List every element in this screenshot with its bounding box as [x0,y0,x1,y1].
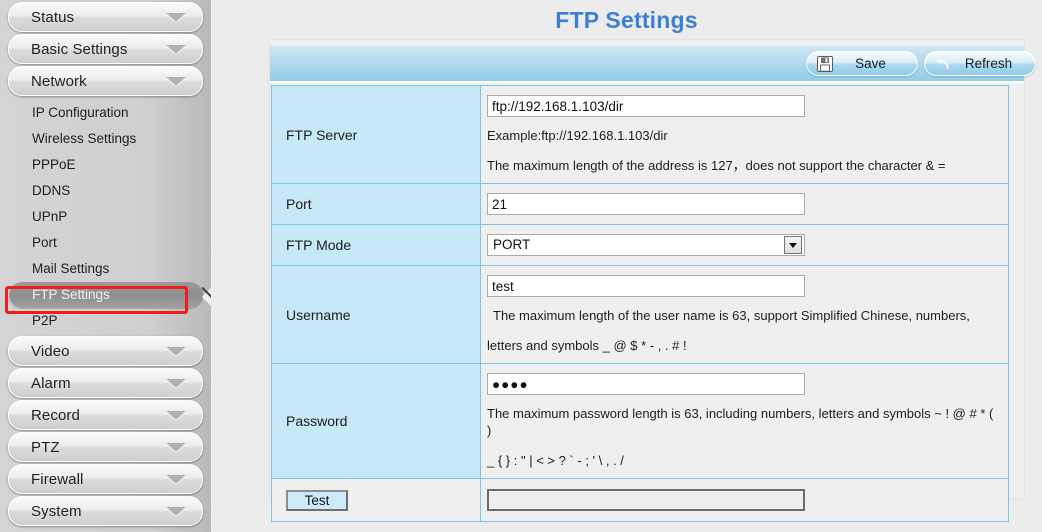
test-result-input[interactable] [487,489,805,511]
sidebar-group-system[interactable]: System [8,496,203,526]
sidebar-item-p2p[interactable]: P2P [8,308,203,334]
sidebar-group-label: Firewall [31,470,84,488]
sidebar-item-ip-configuration[interactable]: IP Configuration [8,100,203,126]
username-cell: The maximum length of the user name is 6… [480,265,1009,364]
sidebar-group-label: Basic Settings [31,40,128,58]
sidebar-item-upnp[interactable]: UPnP [8,204,203,230]
test-button[interactable]: Test [286,489,348,511]
ftp-server-hint-maxlength: The maximum length of the address is 127… [487,158,946,173]
sidebar-group-label: Alarm [31,374,71,392]
sidebar-item-label: Port [32,235,57,250]
username-hint-line1: The maximum length of the user name is 6… [493,308,970,323]
ftp-server-input[interactable] [487,95,805,117]
sidebar-group-label: Record [31,406,80,424]
table-row-ftp-mode: FTP Mode PORT [271,224,1009,266]
ftp-mode-label: FTP Mode [271,224,481,266]
sidebar-item-wireless-settings[interactable]: Wireless Settings [8,126,203,152]
username-input[interactable] [487,275,805,297]
chevron-down-icon[interactable] [784,236,802,254]
password-label: Password [271,363,481,479]
undo-arrow-icon [937,57,949,69]
chevron-down-icon [166,379,186,388]
save-button[interactable]: Save [806,51,918,76]
ftp-settings-page: Status Basic Settings Network IP Configu… [0,0,1042,532]
password-input[interactable] [487,373,805,395]
sidebar-group-status[interactable]: Status [8,2,203,32]
sidebar-group-ptz[interactable]: PTZ [8,432,203,462]
ftp-mode-select[interactable]: PORT [487,234,805,256]
chevron-down-icon [166,443,186,452]
sidebar-group-network[interactable]: Network [8,66,203,96]
sidebar-item-port[interactable]: Port [8,230,203,256]
port-input[interactable] [487,193,805,215]
main-content: FTP Settings Save Refresh FTP Server ftp… [211,0,1042,532]
test-button-cell: Test [271,478,481,522]
sidebar-group-record[interactable]: Record [8,400,203,430]
ftp-mode-selected-value: PORT [493,237,531,252]
ftp-server-label: FTP Server [271,85,481,184]
chevron-down-icon [166,475,186,484]
sidebar-item-pppoe[interactable]: PPPoE [8,152,203,178]
password-cell: The maximum password length is 63, inclu… [480,363,1009,479]
username-hint-line2: letters and symbols _ @ $ * - , . # ! [487,338,687,353]
ftp-server-cell: Example:ftp://192.168.1.103/dir The maxi… [480,85,1009,184]
refresh-button[interactable]: Refresh [924,51,1036,76]
table-row-password: Password The maximum password length is … [271,363,1009,479]
ftp-settings-form: FTP Server Example:ftp://192.168.1.103/d… [271,85,1009,522]
port-label: Port [271,183,481,225]
sidebar-group-alarm[interactable]: Alarm [8,368,203,398]
sidebar-group-label: Video [31,342,70,360]
ftp-server-hint-example: Example:ftp://192.168.1.103/dir [487,128,668,143]
chevron-down-icon [166,411,186,420]
sidebar-group-label: Network [31,72,87,90]
action-toolbar: Save Refresh [270,46,1036,83]
sidebar-group-basic-settings[interactable]: Basic Settings [8,34,203,64]
settings-panel: Save Refresh FTP Server Example:ftp://19… [269,39,1036,522]
table-row-ftp-server: FTP Server Example:ftp://192.168.1.103/d… [271,85,1009,184]
sidebar-item-ddns[interactable]: DDNS [8,178,203,204]
refresh-button-label: Refresh [964,56,1013,71]
sidebar-item-ftp-settings[interactable]: FTP Settings [8,282,203,308]
sidebar-item-label: UPnP [32,209,68,224]
sidebar-item-label: P2P [32,313,58,328]
sidebar-item-label: PPPoE [32,157,76,172]
chevron-down-icon [166,13,186,22]
save-button-label: Save [855,56,886,71]
chevron-down-icon [166,507,186,516]
ftp-mode-cell: PORT [480,224,1009,266]
table-row-port: Port [271,183,1009,225]
password-hint-line1: The maximum password length is 63, inclu… [487,406,994,438]
sidebar-item-label: IP Configuration [32,105,129,120]
password-hint-line2: _ { } : " | < > ? ` - ; ' \ , . / [487,453,624,468]
username-label: Username [271,265,481,364]
sidebar-item-label: FTP Settings [32,287,110,302]
chevron-down-icon [166,45,186,54]
chevron-down-icon [166,347,186,356]
sidebar: Status Basic Settings Network IP Configu… [0,0,213,532]
sidebar-group-label: System [31,502,82,520]
sidebar-submenu-network: IP Configuration Wireless Settings PPPoE… [0,98,211,336]
sidebar-group-label: PTZ [31,438,60,456]
floppy-disk-icon [817,55,833,72]
sidebar-group-firewall[interactable]: Firewall [8,464,203,494]
chevron-down-icon [166,77,186,86]
sidebar-item-label: DDNS [32,183,71,198]
table-row-test: Test [271,478,1009,522]
sidebar-group-label: Status [31,8,75,26]
test-result-cell [480,478,1009,522]
sidebar-item-mail-settings[interactable]: Mail Settings [8,256,203,282]
port-cell [480,183,1009,225]
sidebar-item-label: Mail Settings [32,261,110,276]
sidebar-group-video[interactable]: Video [8,336,203,366]
sidebar-item-label: Wireless Settings [32,131,137,146]
table-row-username: Username The maximum length of the user … [271,265,1009,364]
page-title: FTP Settings [555,7,698,33]
